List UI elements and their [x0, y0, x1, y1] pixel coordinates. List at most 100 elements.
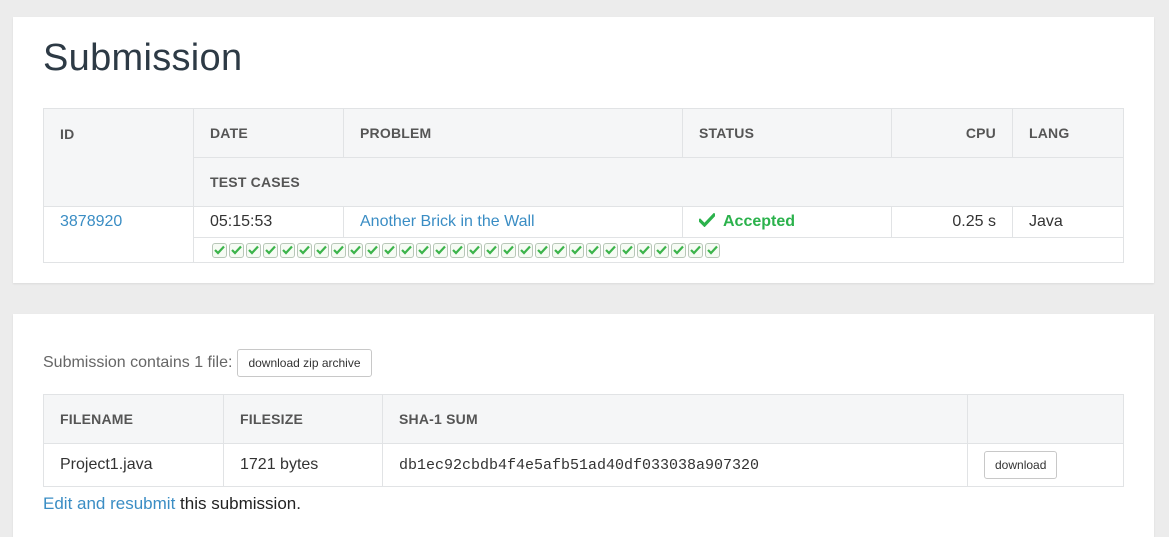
- checkmark-icon: [690, 245, 701, 255]
- submission-date: 05:15:53: [193, 206, 344, 238]
- problem-link[interactable]: Another Brick in the Wall: [360, 213, 535, 230]
- col-header-filename: FILENAME: [43, 394, 224, 444]
- test-case-passed: [688, 242, 703, 258]
- file-row: Project1.java 1721 bytes db1ec92cbdb4f4e…: [43, 443, 1124, 487]
- checkmark-icon: [265, 245, 276, 255]
- test-case-passed: [331, 242, 346, 258]
- test-case-passed: [450, 242, 465, 258]
- checkmark-icon: [605, 245, 616, 255]
- checkmark-icon: [231, 245, 242, 255]
- edit-resubmit-link[interactable]: Edit and resubmit: [43, 494, 175, 513]
- file-name: Project1.java: [43, 443, 224, 487]
- status-badge: Accepted: [699, 213, 795, 230]
- download-file-button[interactable]: download: [984, 451, 1058, 479]
- submission-id-cell: 3878920: [43, 206, 194, 263]
- test-case-passed: [637, 242, 652, 258]
- test-case-passed: [586, 242, 601, 258]
- checkmark-icon: [571, 245, 582, 255]
- checkmark-icon: [622, 245, 633, 255]
- checkmark-icon: [554, 245, 565, 255]
- checkmark-icon: [384, 245, 395, 255]
- files-table: FILENAME FILESIZE SHA-1 SUM Project1.jav…: [43, 394, 1124, 487]
- submission-problem-cell: Another Brick in the Wall: [343, 206, 683, 238]
- submission-status-cell: Accepted: [682, 206, 892, 238]
- col-header-filesize: FILESIZE: [223, 394, 383, 444]
- submission-row: 3878920 05:15:53 Another Brick in the Wa…: [43, 206, 1124, 263]
- checkmark-icon: [435, 245, 446, 255]
- checkmark-icon: [699, 213, 715, 227]
- test-case-passed: [705, 242, 720, 258]
- checkmark-icon: [486, 245, 497, 255]
- resubmit-line: Edit and resubmit this submission.: [43, 494, 301, 514]
- checkmark-icon: [520, 245, 531, 255]
- test-case-passed: [671, 242, 686, 258]
- col-header-lang: LANG: [1012, 108, 1124, 158]
- test-case-passed: [467, 242, 482, 258]
- checkmark-icon: [452, 245, 463, 255]
- checkmark-icon: [214, 245, 225, 255]
- col-header-test-cases: TEST CASES: [193, 157, 1124, 207]
- test-case-passed: [365, 242, 380, 258]
- submission-id-link[interactable]: 3878920: [60, 213, 122, 230]
- col-header-sha1: SHA-1 SUM: [382, 394, 968, 444]
- col-header-action: [967, 394, 1124, 444]
- checkmark-icon: [248, 245, 259, 255]
- checkmark-icon: [469, 245, 480, 255]
- checkmark-icon: [537, 245, 548, 255]
- checkmark-icon: [588, 245, 599, 255]
- test-case-passed: [484, 242, 499, 258]
- checkmark-icon: [418, 245, 429, 255]
- download-zip-button[interactable]: download zip archive: [237, 349, 372, 377]
- files-intro-text: Submission contains 1 file:: [43, 354, 233, 371]
- test-case-passed: [501, 242, 516, 258]
- test-case-passed: [535, 242, 550, 258]
- test-case-passed: [382, 242, 397, 258]
- checkmark-icon: [350, 245, 361, 255]
- file-size: 1721 bytes: [223, 443, 383, 487]
- checkmark-icon: [282, 245, 293, 255]
- checkmark-icon: [656, 245, 667, 255]
- col-header-problem: PROBLEM: [343, 108, 683, 158]
- checkmark-icon: [639, 245, 650, 255]
- submission-card: Submission ID DATE PROBLEM STATUS CPU LA…: [13, 17, 1154, 283]
- test-case-passed: [416, 242, 431, 258]
- file-sha1: db1ec92cbdb4f4e5afb51ad40df033038a907320: [382, 443, 968, 487]
- col-header-date: DATE: [193, 108, 344, 158]
- test-case-passed: [620, 242, 635, 258]
- submission-lang: Java: [1012, 206, 1124, 238]
- test-case-passed: [246, 242, 261, 258]
- test-case-passed: [399, 242, 414, 258]
- checkmark-icon: [333, 245, 344, 255]
- test-case-passed: [263, 242, 278, 258]
- test-case-passed: [433, 242, 448, 258]
- submission-cpu: 0.25 s: [891, 206, 1013, 238]
- test-case-list: [210, 238, 1123, 262]
- test-case-passed: [603, 242, 618, 258]
- test-case-passed: [212, 242, 227, 258]
- checkmark-icon: [316, 245, 327, 255]
- test-case-passed: [518, 242, 533, 258]
- file-action-cell: download: [967, 443, 1124, 487]
- test-case-passed: [348, 242, 363, 258]
- col-header-status: STATUS: [682, 108, 892, 158]
- checkmark-icon: [367, 245, 378, 255]
- test-cases-cell: [193, 237, 1124, 263]
- files-card: Submission contains 1 file: download zip…: [13, 314, 1154, 537]
- status-text: Accepted: [723, 213, 796, 230]
- page-title: Submission: [43, 37, 243, 79]
- test-case-passed: [280, 242, 295, 258]
- test-case-passed: [314, 242, 329, 258]
- test-case-passed: [552, 242, 567, 258]
- test-case-passed: [569, 242, 584, 258]
- checkmark-icon: [707, 245, 718, 255]
- submission-table: ID DATE PROBLEM STATUS CPU LANG TEST CAS…: [43, 108, 1124, 263]
- checkmark-icon: [401, 245, 412, 255]
- checkmark-icon: [673, 245, 684, 255]
- col-header-cpu: CPU: [891, 108, 1013, 158]
- col-header-id: ID: [43, 108, 194, 207]
- checkmark-icon: [299, 245, 310, 255]
- checkmark-icon: [503, 245, 514, 255]
- test-case-passed: [229, 242, 244, 258]
- test-case-passed: [654, 242, 669, 258]
- resubmit-text: this submission.: [175, 494, 301, 513]
